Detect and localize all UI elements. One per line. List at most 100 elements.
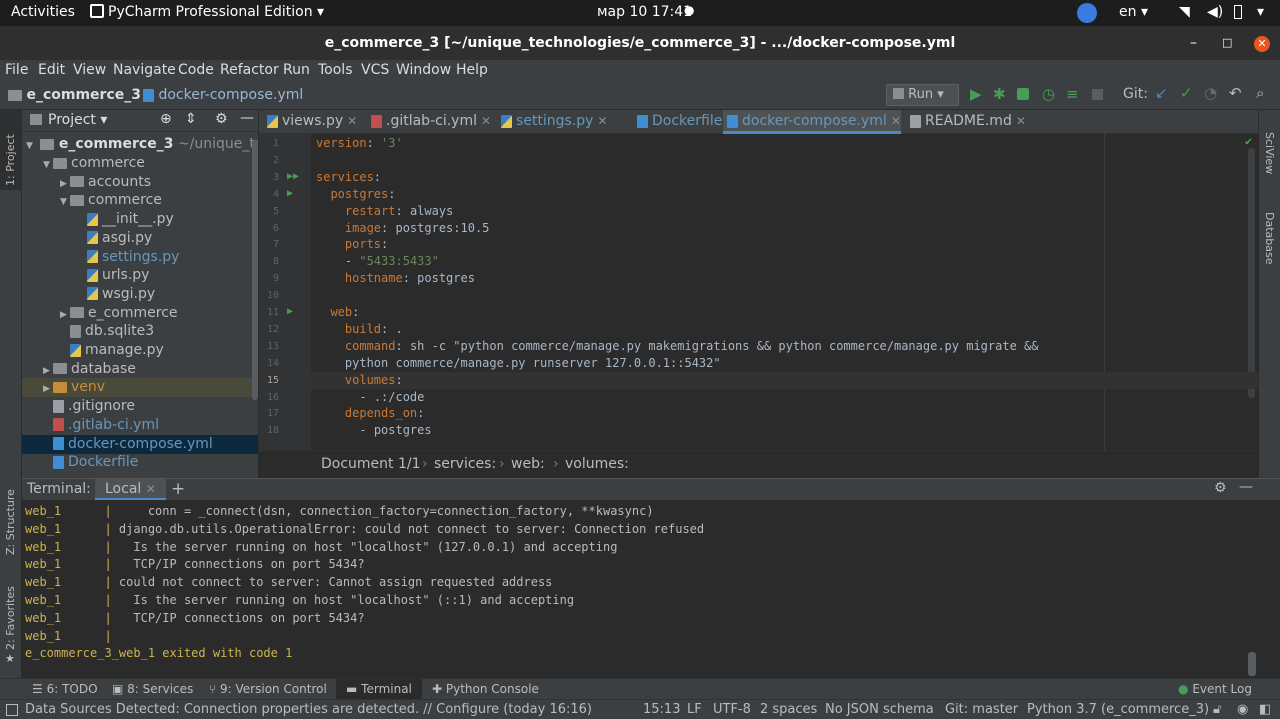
profile-icon[interactable]: ◷ xyxy=(1042,85,1055,103)
git-rollback-icon[interactable]: ↶ xyxy=(1229,84,1242,102)
notifications-icon[interactable]: ◧ xyxy=(1259,702,1271,717)
services-tool-button[interactable]: ▣ 8: Services xyxy=(112,682,193,696)
editor-tab[interactable]: .gitlab-ci.yml ✕ xyxy=(367,110,497,134)
terminal-tool-button[interactable]: ▬ Terminal xyxy=(336,679,422,699)
search-everywhere-icon[interactable]: ⌕ xyxy=(1256,84,1264,102)
close-tab-icon[interactable]: ✕ xyxy=(1016,114,1026,128)
tree-item[interactable]: ▶ venv xyxy=(22,378,258,398)
run-icon[interactable]: ▶ xyxy=(970,85,982,103)
tree-item[interactable]: ▼ commerce xyxy=(22,154,258,173)
terminal-scrollbar[interactable] xyxy=(1248,652,1256,676)
clock[interactable]: мар 10 17:41 xyxy=(597,4,692,20)
close-tab-icon[interactable]: ✕ xyxy=(597,114,607,128)
git-update-icon[interactable]: ↙ xyxy=(1155,84,1168,102)
tree-item[interactable]: ▼ commerce xyxy=(22,191,258,210)
toggle-tool-windows-icon[interactable] xyxy=(6,704,18,716)
indent-setting[interactable]: 2 spaces xyxy=(760,702,817,717)
nav-file-crumb[interactable]: docker-compose.yml xyxy=(143,87,303,103)
tree-item[interactable]: Dockerfile xyxy=(22,453,258,472)
menu-help[interactable]: Help xyxy=(456,62,488,78)
python-console-tool-button[interactable]: ✚ Python Console xyxy=(432,682,539,696)
editor-scrollbar[interactable] xyxy=(1248,148,1255,398)
menu-code[interactable]: Code xyxy=(178,62,214,78)
version-control-tool-button[interactable]: ⑂ 9: Version Control xyxy=(209,682,327,696)
menu-run[interactable]: Run xyxy=(283,62,310,78)
coverage-icon[interactable] xyxy=(1017,88,1029,100)
menu-view[interactable]: View xyxy=(73,62,106,78)
minimize-icon[interactable]: – xyxy=(1190,26,1197,60)
tree-item[interactable]: asgi.py xyxy=(22,229,258,248)
status-message[interactable]: Data Sources Detected: Connection proper… xyxy=(25,702,592,717)
hide-terminal-icon[interactable]: — xyxy=(1239,479,1253,495)
menu-edit[interactable]: Edit xyxy=(38,62,65,78)
tree-item[interactable]: .gitlab-ci.yml xyxy=(22,416,258,435)
tree-item[interactable]: settings.py xyxy=(22,248,258,267)
menu-refactor[interactable]: Refactor xyxy=(220,62,279,78)
tree-item[interactable]: docker-compose.yml xyxy=(22,434,258,454)
close-tab-icon[interactable]: ✕ xyxy=(891,114,901,128)
menu-window[interactable]: Window xyxy=(396,62,451,78)
inspection-ok-icon[interactable]: ✔ xyxy=(1245,134,1252,148)
tree-item[interactable]: db.sqlite3 xyxy=(22,322,258,341)
chrome-indicator-icon[interactable] xyxy=(1077,3,1097,23)
file-encoding[interactable]: UTF-8 xyxy=(713,702,751,717)
stop-icon[interactable] xyxy=(1092,89,1103,100)
git-commit-icon[interactable]: ✓ xyxy=(1180,84,1193,102)
run-config-select[interactable]: Run ▾ xyxy=(886,84,959,106)
collapse-all-icon[interactable]: ⇕ xyxy=(185,111,197,127)
editor-tab[interactable]: views.py ✕ xyxy=(263,110,357,134)
python-interpreter[interactable]: Python 3.7 (e_commerce_3) xyxy=(1027,702,1209,717)
terminal-tab-local[interactable]: Local ✕ xyxy=(95,479,166,501)
breadcrumb-services[interactable]: services: xyxy=(434,456,496,472)
inspector-icon[interactable]: ◉ xyxy=(1237,702,1248,717)
sciview-tool-tab[interactable]: SciView xyxy=(1263,132,1276,174)
favorites-tool-tab[interactable]: 2: Favorites xyxy=(4,586,17,650)
json-schema[interactable]: No JSON schema xyxy=(825,702,934,717)
line-separator[interactable]: LF xyxy=(687,702,702,717)
system-menu-chevron-icon[interactable]: ▾ xyxy=(1257,4,1264,20)
tree-item[interactable]: urls.py xyxy=(22,266,258,285)
menu-vcs[interactable]: VCS xyxy=(361,62,389,78)
hide-panel-icon[interactable]: — xyxy=(240,110,254,126)
battery-icon[interactable] xyxy=(1234,5,1242,19)
menu-file[interactable]: File xyxy=(5,62,28,78)
tree-item[interactable]: __init__.py xyxy=(22,210,258,229)
menu-navigate[interactable]: Navigate xyxy=(113,62,176,78)
run-service-icon[interactable]: ▶ xyxy=(287,306,293,317)
app-menu[interactable]: PyCharm Professional Edition ▾ xyxy=(90,4,324,20)
wifi-icon[interactable]: ◥ xyxy=(1179,4,1190,20)
project-tool-tab[interactable]: 1: Project xyxy=(0,110,21,190)
editor-tab[interactable]: settings.py ✕ xyxy=(497,110,614,134)
breadcrumb-web[interactable]: web: xyxy=(511,456,545,472)
tree-item[interactable]: manage.py xyxy=(22,341,258,360)
run-service-icon[interactable]: ▶▶ xyxy=(287,171,299,182)
nav-project-crumb[interactable]: e_commerce_3 › xyxy=(8,87,151,103)
database-tool-tab[interactable]: Database xyxy=(1263,212,1276,265)
code-editor[interactable]: ✔ version: '3' services: postgres: restar… xyxy=(311,134,1258,450)
structure-tool-tab[interactable]: Z: Structure xyxy=(4,489,17,555)
close-tab-icon[interactable]: ✕ xyxy=(146,482,156,496)
run-service-icon[interactable]: ▶ xyxy=(287,188,293,199)
lock-icon[interactable]: 🔓︎ xyxy=(1213,702,1221,717)
locate-file-icon[interactable]: ⊕ xyxy=(160,111,172,127)
gear-icon[interactable]: ⚙ xyxy=(215,111,228,127)
close-tab-icon[interactable]: ✕ xyxy=(347,114,357,128)
git-branch[interactable]: Git: master xyxy=(945,702,1018,717)
editor-tab[interactable]: docker-compose.yml ✕ xyxy=(723,110,901,134)
tree-root[interactable]: ▼ e_commerce_3 ~/unique_techno xyxy=(22,135,258,154)
tree-item[interactable]: ▶ database xyxy=(22,360,258,379)
event-log-button[interactable]: ● Event Log xyxy=(1178,682,1252,696)
caret-position[interactable]: 15:13 xyxy=(643,702,680,717)
breadcrumb-volumes[interactable]: volumes: xyxy=(565,456,629,472)
breadcrumb-document[interactable]: Document 1/1 xyxy=(321,456,421,472)
close-window-icon[interactable]: ✕ xyxy=(1254,36,1270,52)
terminal-output[interactable]: web_1 | conn = _connect(dsn, connection_… xyxy=(22,500,1258,678)
maximize-icon[interactable]: □ xyxy=(1222,26,1232,60)
todo-tool-button[interactable]: ☰ 6: TODO xyxy=(32,682,98,696)
concurrency-icon[interactable]: ≡ xyxy=(1066,85,1079,103)
new-terminal-icon[interactable]: + xyxy=(171,479,185,499)
tree-item[interactable]: wsgi.py xyxy=(22,285,258,304)
language-indicator[interactable]: en ▾ xyxy=(1119,4,1148,20)
menu-tools[interactable]: Tools xyxy=(318,62,353,78)
project-scrollbar[interactable] xyxy=(252,140,258,400)
